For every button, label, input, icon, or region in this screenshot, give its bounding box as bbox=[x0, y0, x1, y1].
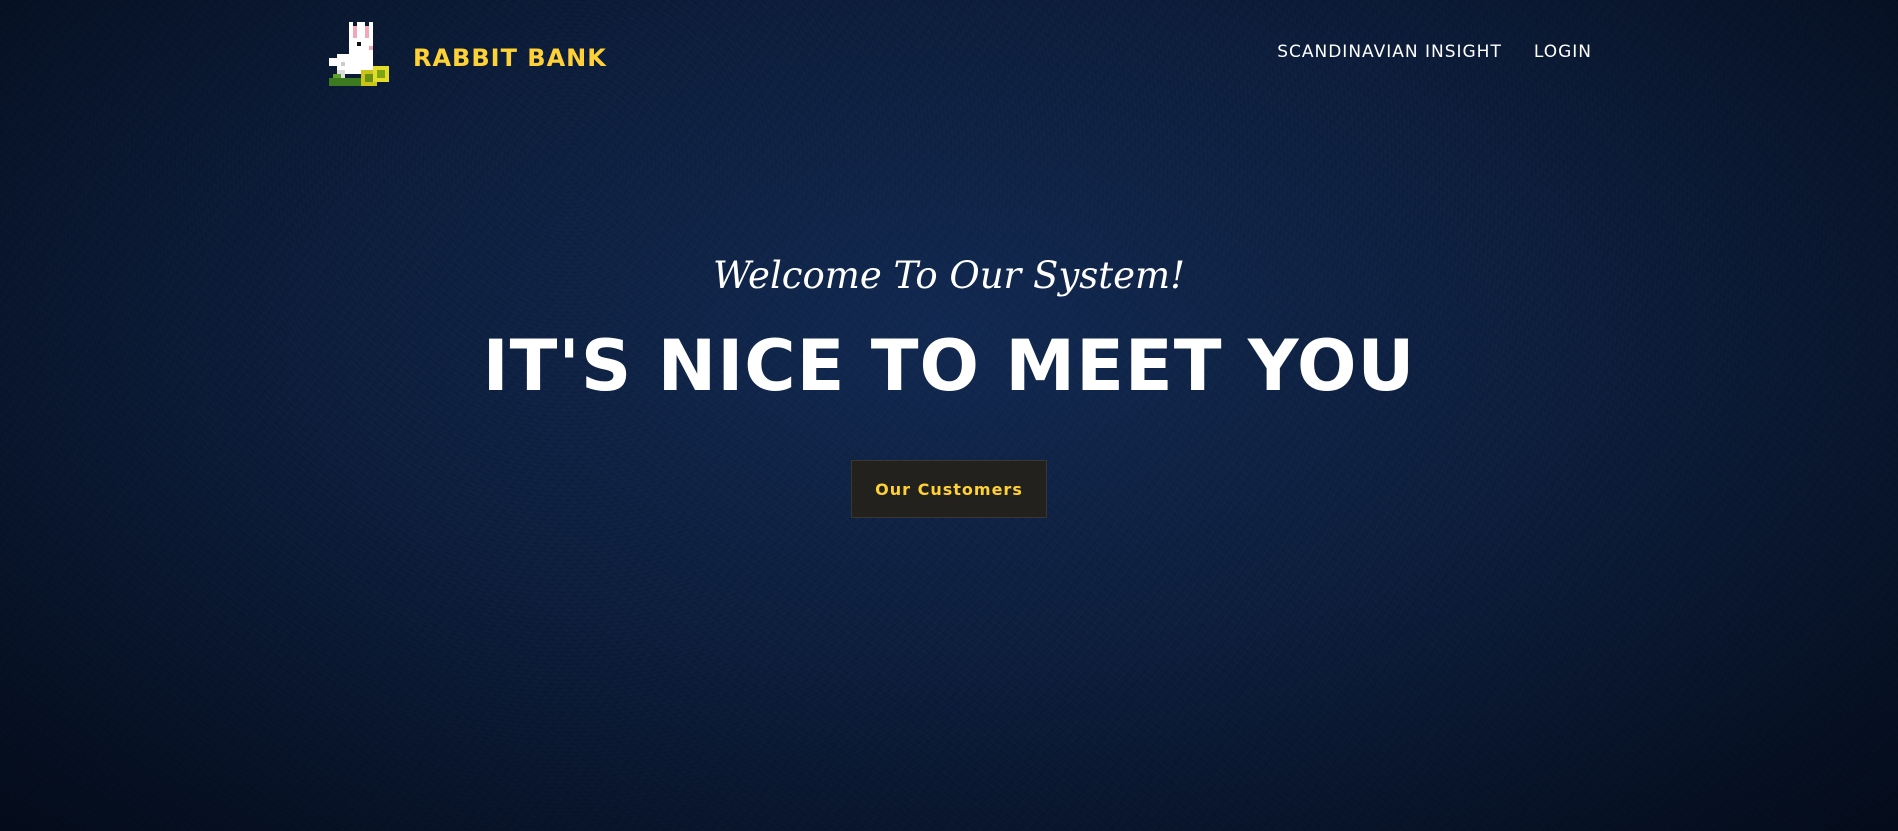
navbar: RABBIT BANK SCANDINAVIAN INSIGHT LOGIN bbox=[0, 0, 1898, 120]
brand-link[interactable]: RABBIT BANK bbox=[325, 22, 607, 90]
hero-heading: IT'S NICE TO MEET YOU bbox=[482, 325, 1416, 407]
hero-lead-text: Welcome To Our System! bbox=[713, 254, 1185, 297]
hero: Welcome To Our System! IT'S NICE TO MEET… bbox=[0, 250, 1898, 518]
brand-name: RABBIT BANK bbox=[413, 44, 607, 72]
nav-link-scandinavian-insight[interactable]: SCANDINAVIAN INSIGHT bbox=[1277, 42, 1502, 62]
nav-link-login[interactable]: LOGIN bbox=[1534, 42, 1592, 62]
nav-links: SCANDINAVIAN INSIGHT LOGIN bbox=[1277, 42, 1592, 62]
pixel-rabbit-with-coins-icon bbox=[329, 22, 389, 86]
our-customers-button[interactable]: Our Customers bbox=[851, 460, 1047, 518]
